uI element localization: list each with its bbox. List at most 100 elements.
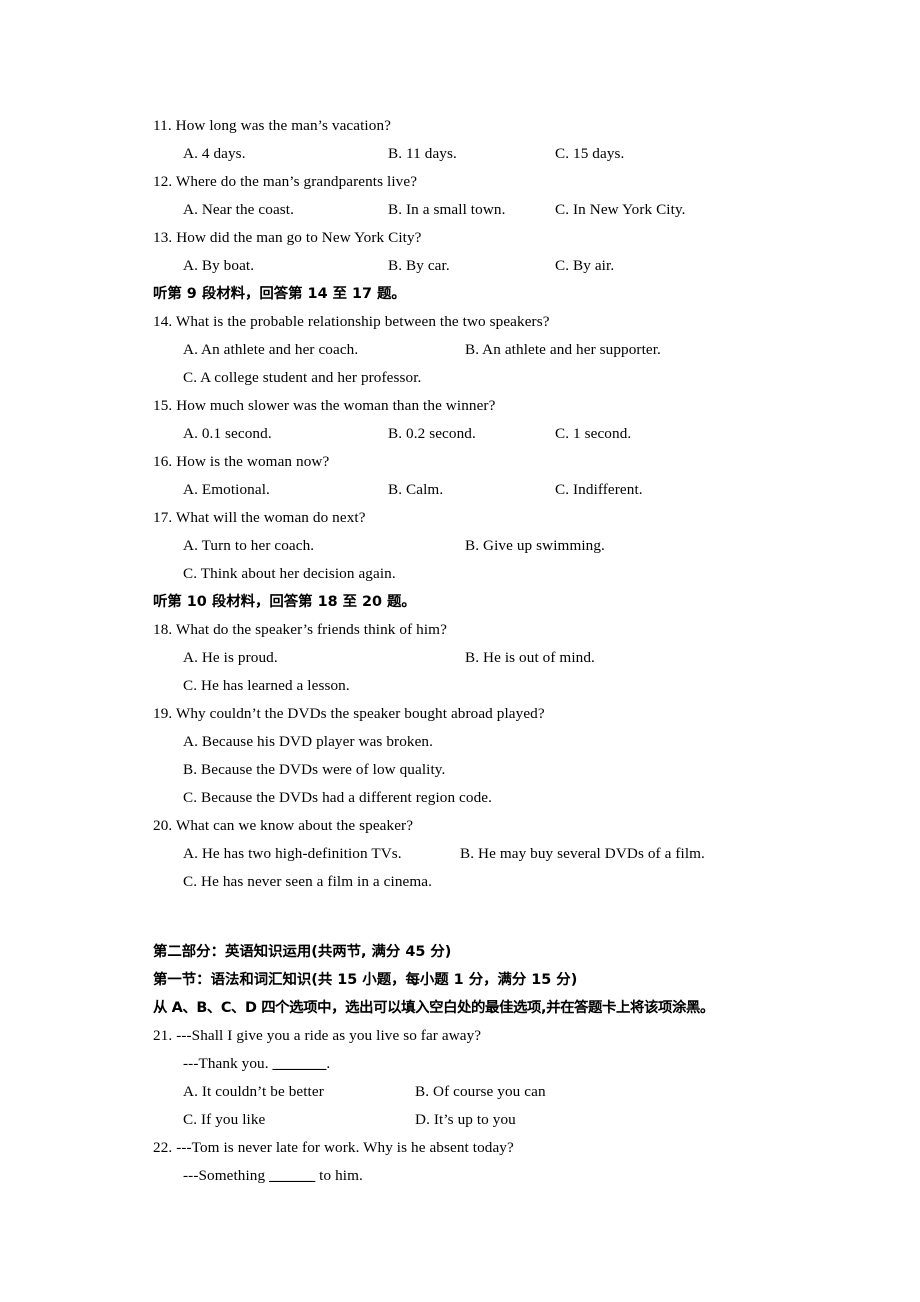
option-choice[interactable]: C. 1 second. <box>555 420 631 448</box>
option-choice[interactable]: C. By air. <box>555 252 614 280</box>
question-stem: 18. What do the speaker’s friends think … <box>153 616 810 644</box>
option-choice[interactable]: A. An athlete and her coach. <box>183 336 465 364</box>
option-row: A. Near the coast. B. In a small town. C. … <box>183 196 810 224</box>
option-choice[interactable]: B. Calm. <box>388 476 555 504</box>
option-choice[interactable]: C. Indifferent. <box>555 476 643 504</box>
option-choice[interactable]: A. Because his DVD player was broken. <box>183 728 433 756</box>
option-choice[interactable]: A. By boat. <box>183 252 388 280</box>
question-stem-reply: ---Thank you. _______. <box>183 1050 810 1078</box>
option-choice[interactable]: C. A college student and her professor. <box>183 364 465 392</box>
question-text: What will the woman do next? <box>175 509 366 526</box>
option-row: B. Because the DVDs were of low quality. <box>183 756 810 784</box>
question-number: 15. <box>153 397 177 414</box>
option-row: A. 0.1 second. B. 0.2 second. C. 1 second. <box>183 420 810 448</box>
option-row: A. He has two high-definition TVs. B. He … <box>183 840 810 868</box>
question-stem-reply: ---Something ______ to him. <box>183 1162 810 1190</box>
option-choice[interactable]: A. Emotional. <box>183 476 388 504</box>
question-stem: 21. ---Shall I give you a ride as you li… <box>153 1022 810 1050</box>
heading-text: 第二部分：英语知识运用(共两节, 满分 45 分) <box>153 944 452 960</box>
question-number: 16. <box>153 453 177 470</box>
option-row: A. An athlete and her coach. B. An athlet… <box>183 336 810 364</box>
question-number: 19. <box>153 705 176 722</box>
option-row: C. If you like D. It’s up to you <box>183 1106 810 1134</box>
option-choice[interactable]: C. He has never seen a film in a cinema. <box>183 868 460 896</box>
option-choice[interactable]: C. In New York City. <box>555 196 686 224</box>
option-row: C. Think about her decision again. <box>183 560 810 588</box>
question-text: What can we know about the speaker? <box>175 817 414 834</box>
option-choice[interactable]: C. Because the DVDs had a different regi… <box>183 784 492 812</box>
heading-text: 听第 10 段材料，回答第 18 至 20 题。 <box>153 594 416 610</box>
option-choice[interactable]: C. If you like <box>183 1106 415 1134</box>
section-gap-small <box>153 924 810 938</box>
listening-heading-9: 听第 9 段材料，回答第 14 至 17 题。 <box>153 280 810 308</box>
question-number: 20. <box>153 817 176 834</box>
exam-paper-page: 11. How long was the man’s vacation? A. 4… <box>0 0 920 1302</box>
question-text: How long was the man’s vacation? <box>175 117 391 134</box>
option-choice[interactable]: B. By car. <box>388 252 555 280</box>
question-stem: 11. How long was the man’s vacation? <box>153 112 810 140</box>
option-row: A. He is proud. B. He is out of mind. <box>183 644 810 672</box>
option-choice[interactable]: A. He has two high-definition TVs. <box>183 840 460 868</box>
option-choice[interactable]: B. He may buy several DVDs of a film. <box>460 840 705 868</box>
option-row: A. Turn to her coach. B. Give up swimming… <box>183 532 810 560</box>
question-stem: 13. How did the man go to New York City? <box>153 224 810 252</box>
question-stem: 12. Where do the man’s grandparents live… <box>153 168 810 196</box>
reply-text: ---Something <box>183 1167 270 1184</box>
question-number: 21. <box>153 1027 177 1044</box>
question-text: ---Shall I give you a ride as you live s… <box>176 1027 482 1044</box>
reply-text-tail: . <box>326 1055 331 1072</box>
question-text: Why couldn’t the DVDs the speaker bought… <box>175 705 545 722</box>
option-row: A. 4 days. B. 11 days. C. 15 days. <box>183 140 810 168</box>
reply-text: ---Thank you. <box>183 1055 273 1072</box>
answer-blank: _______ <box>272 1055 327 1072</box>
option-row: A. By boat. B. By car. C. By air. <box>183 252 810 280</box>
question-number: 22. <box>153 1139 177 1156</box>
question-stem: 16. How is the woman now? <box>153 448 810 476</box>
option-row: A. Because his DVD player was broken. <box>183 728 810 756</box>
option-choice[interactable]: A. He is proud. <box>183 644 465 672</box>
option-choice[interactable]: B. Of course you can <box>415 1078 546 1106</box>
option-choice[interactable]: A. 4 days. <box>183 140 388 168</box>
option-choice[interactable]: B. In a small town. <box>388 196 555 224</box>
question-stem: 14. What is the probable relationship be… <box>153 308 810 336</box>
option-row: A. Emotional. B. Calm. C. Indifferent. <box>183 476 810 504</box>
question-number: 17. <box>153 509 176 526</box>
question-number: 13. <box>153 229 177 246</box>
option-choice[interactable]: A. Near the coast. <box>183 196 388 224</box>
option-choice[interactable]: B. Because the DVDs were of low quality. <box>183 756 445 784</box>
question-text: How much slower was the woman than the w… <box>176 397 496 414</box>
option-choice[interactable]: C. Think about her decision again. <box>183 560 465 588</box>
question-text: What do the speaker’s friends think of h… <box>175 621 447 638</box>
question-stem: 19. Why couldn’t the DVDs the speaker bo… <box>153 700 810 728</box>
option-row: C. A college student and her professor. <box>183 364 810 392</box>
option-choice[interactable]: B. 11 days. <box>388 140 555 168</box>
listening-heading-10: 听第 10 段材料，回答第 18 至 20 题。 <box>153 588 810 616</box>
option-choice[interactable]: A. 0.1 second. <box>183 420 388 448</box>
option-choice[interactable]: D. It’s up to you <box>415 1106 516 1134</box>
question-text: What is the probable relationship betwee… <box>175 313 550 330</box>
part2-heading: 第二部分：英语知识运用(共两节, 满分 45 分) <box>153 938 810 966</box>
heading-text: 从 A、B、C、D 四个选项中，选出可以填入空白处的最佳选项,并在答题卡上将该项… <box>153 1000 714 1016</box>
option-choice[interactable]: A. Turn to her coach. <box>183 532 465 560</box>
option-choice[interactable]: B. He is out of mind. <box>465 644 595 672</box>
question-number: 14. <box>153 313 176 330</box>
option-choice[interactable]: B. 0.2 second. <box>388 420 555 448</box>
option-choice[interactable]: A. It couldn’t be better <box>183 1078 415 1106</box>
answer-blank: ______ <box>269 1167 316 1184</box>
option-choice[interactable]: C. 15 days. <box>555 140 624 168</box>
option-row: C. He has never seen a film in a cinema. <box>183 868 810 896</box>
option-row: A. It couldn’t be better B. Of course you… <box>183 1078 810 1106</box>
option-row: C. He has learned a lesson. <box>183 672 810 700</box>
heading-text: 听第 9 段材料，回答第 14 至 17 题。 <box>153 286 406 302</box>
option-choice[interactable]: C. He has learned a lesson. <box>183 672 465 700</box>
part2-section-heading: 第一节：语法和词汇知识(共 15 小题，每小题 1 分，满分 15 分) <box>153 966 810 994</box>
question-number: 12. <box>153 173 176 190</box>
page-content: 11. How long was the man’s vacation? A. 4… <box>153 112 810 1190</box>
question-text: ---Tom is never late for work. Why is he… <box>176 1139 514 1156</box>
option-choice[interactable]: B. Give up swimming. <box>465 532 605 560</box>
question-stem: 22. ---Tom is never late for work. Why i… <box>153 1134 810 1162</box>
option-choice[interactable]: B. An athlete and her supporter. <box>465 336 661 364</box>
question-stem: 20. What can we know about the speaker? <box>153 812 810 840</box>
question-text: Where do the man’s grandparents live? <box>175 173 418 190</box>
